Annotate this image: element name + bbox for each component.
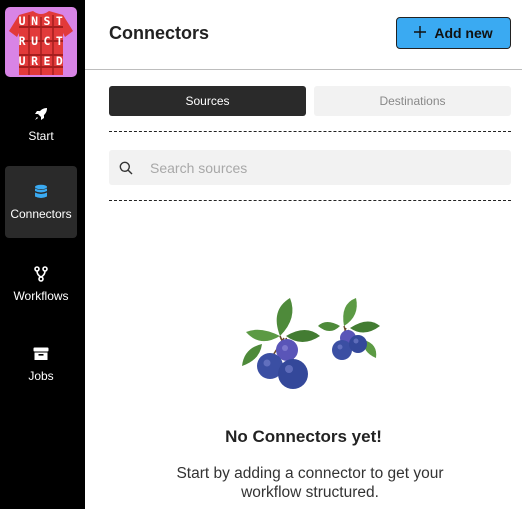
blueberries-illustration <box>242 298 380 389</box>
unstructured-logo[interactable]: UNST RUCT URED <box>5 7 77 77</box>
search-icon <box>119 161 133 175</box>
divider <box>109 200 511 201</box>
add-new-label: Add new <box>434 25 493 41</box>
sidebar-item-workflows[interactable]: Workflows <box>5 248 77 320</box>
empty-state-title: No Connectors yet! <box>225 427 382 446</box>
tab-sources[interactable]: Sources <box>109 86 306 116</box>
search-input[interactable] <box>150 159 490 176</box>
workflow-icon <box>32 265 50 283</box>
sidebar-item-label: Connectors <box>10 207 72 221</box>
plus-icon <box>414 25 427 41</box>
archive-icon <box>32 345 50 363</box>
sidebar-item-jobs[interactable]: Jobs <box>5 328 77 400</box>
sidebar: UNST RUCT URED Start Connectors Workflow… <box>0 0 85 509</box>
logo-text: UNST RUCT URED <box>18 14 69 68</box>
database-icon <box>32 183 50 201</box>
sidebar-item-start[interactable]: Start <box>5 88 77 160</box>
add-new-button[interactable]: Add new <box>396 17 511 49</box>
divider <box>109 131 511 132</box>
page-header: Connectors Add new <box>85 0 522 70</box>
rocket-icon <box>32 105 50 123</box>
sidebar-item-label: Start <box>28 129 54 143</box>
sidebar-item-label: Jobs <box>28 369 54 383</box>
empty-state-description: Start by adding a connector to get your … <box>176 465 444 501</box>
sidebar-item-label: Workflows <box>13 289 69 303</box>
tab-destinations[interactable]: Destinations <box>314 86 511 116</box>
search-bar <box>109 150 511 185</box>
sidebar-item-connectors[interactable]: Connectors <box>5 166 77 238</box>
page-title: Connectors <box>109 23 210 43</box>
